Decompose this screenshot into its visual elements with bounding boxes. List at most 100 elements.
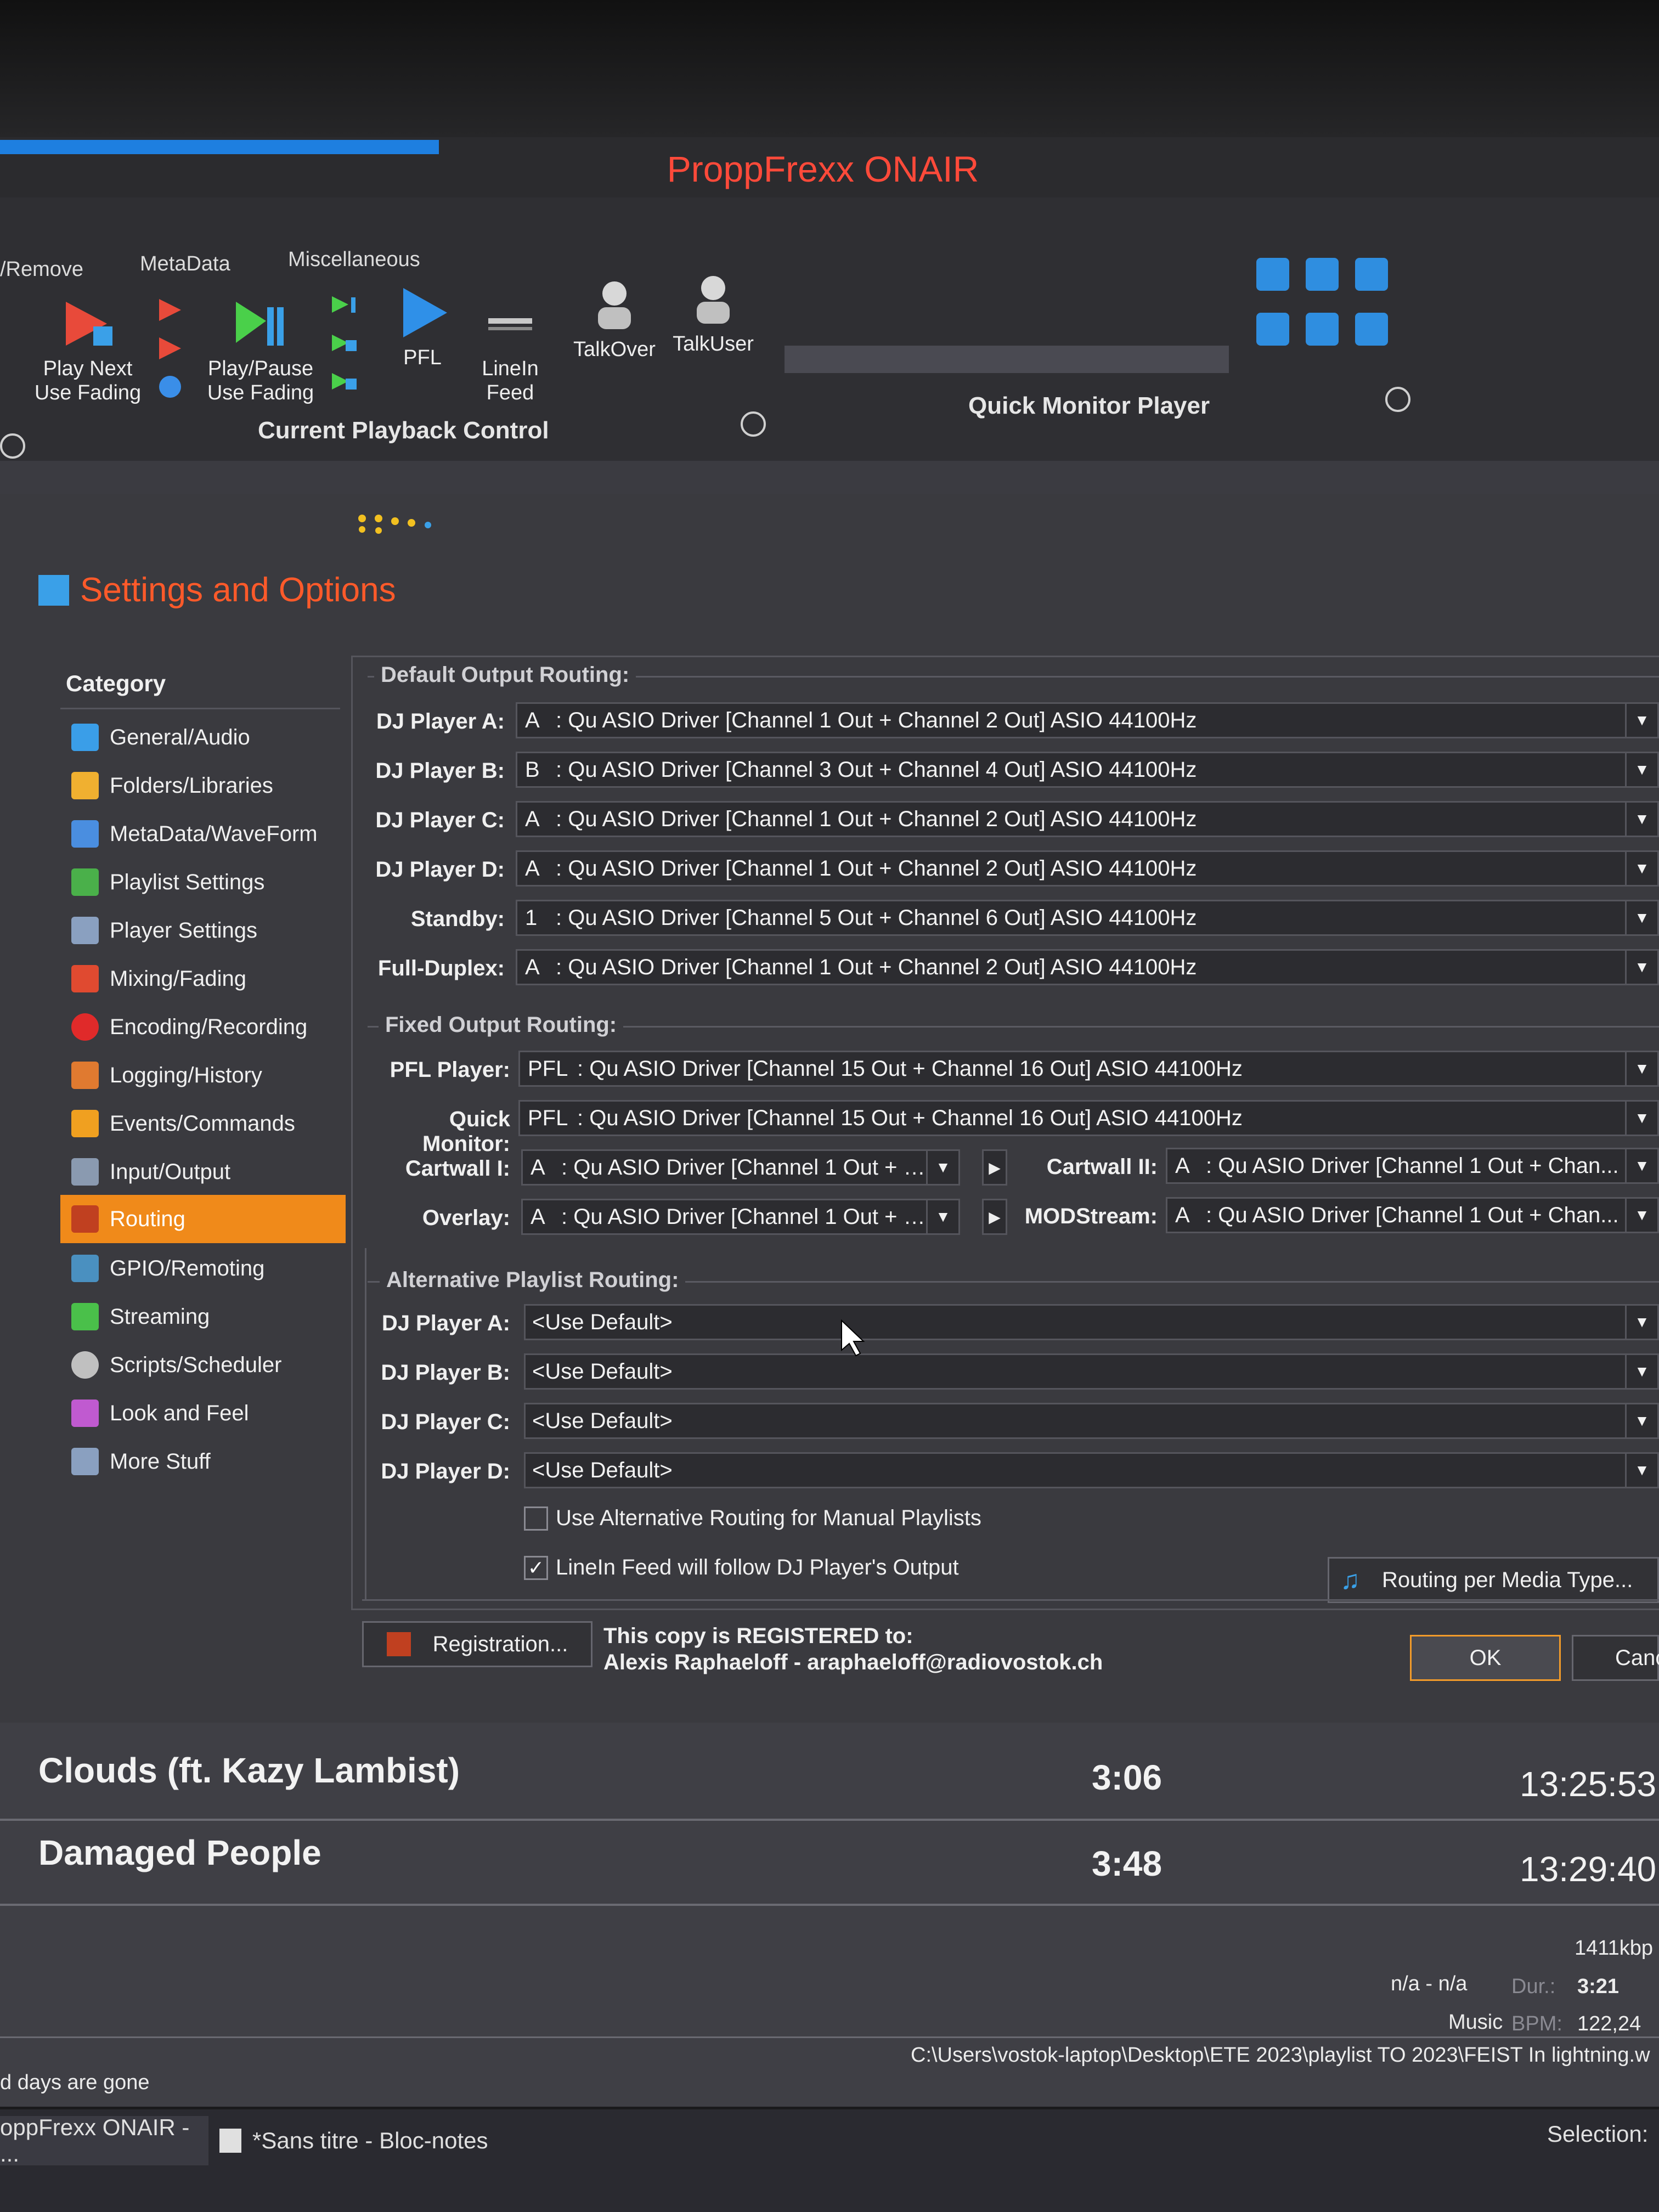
player-icon (71, 917, 99, 944)
qm-stop-icon[interactable] (1355, 258, 1388, 291)
chevron-down-icon: ▼ (926, 1151, 958, 1184)
metadata-icon (71, 820, 99, 848)
standby-label: Standby: (410, 907, 505, 931)
overlay-output-select[interactable]: A: Qu ASIO Driver [Channel 1 Out + Chan.… (521, 1199, 960, 1235)
category-encoding-recording[interactable]: Encoding/Recording (60, 1003, 346, 1051)
input-output-icon (71, 1158, 99, 1186)
cancel-button[interactable]: Canc (1572, 1635, 1659, 1681)
music-note-icon (71, 724, 99, 751)
dur-label: Dur.: (1511, 1975, 1556, 1998)
quick-monitor-output-select[interactable]: PFL: Qu ASIO Driver [Channel 15 Out + Ch… (518, 1100, 1659, 1136)
category-label: Routing (110, 1206, 185, 1231)
overlay-play-icon[interactable]: ▶ (982, 1199, 1007, 1235)
alt-playlist-title: Alternative Playlist Routing: (380, 1268, 686, 1293)
linein-follow-output-checkbox[interactable]: ✓ LineIn Feed will follow DJ Player's Out… (524, 1555, 959, 1580)
cartwall-1-play-icon[interactable]: ▶ (982, 1149, 1007, 1186)
registration-icon (386, 1632, 411, 1656)
pfl-player-output-select[interactable]: PFL: Qu ASIO Driver [Channel 15 Out + Ch… (518, 1051, 1659, 1087)
category-player-settings[interactable]: Player Settings (60, 906, 346, 955)
playlist-row[interactable]: Clouds (ft. Kazy Lambist) 3:06 13:25:53 (0, 1736, 1659, 1821)
qm-rewind-icon[interactable] (1256, 313, 1289, 346)
alt-dj-player-a-select[interactable]: <Use Default> ▼ (524, 1304, 1659, 1340)
linein-label: LineIn Feed (482, 357, 539, 404)
category-gpio-remoting[interactable]: GPIO/Remoting (60, 1244, 346, 1293)
alt-dj-player-d-select[interactable]: <Use Default> ▼ (524, 1452, 1659, 1488)
talkover-button[interactable]: TalkOver (565, 277, 664, 362)
taskbar-proppfrexx[interactable]: oppFrexx ONAIR - ... (0, 2114, 208, 2166)
dj-player-c-output-select[interactable]: A: Qu ASIO Driver [Channel 1 Out + Chann… (516, 801, 1659, 837)
dj-player-d-output-select[interactable]: A: Qu ASIO Driver [Channel 1 Out + Chann… (516, 850, 1659, 887)
qm-forward-icon[interactable] (1306, 313, 1339, 346)
qm-eject-icon[interactable] (1355, 313, 1388, 346)
play-next-button[interactable]: Play Next Use Fading (33, 296, 143, 405)
category-general-audio[interactable]: General/Audio (60, 713, 346, 761)
play-pause-button[interactable]: Play/Pause Use Fading (203, 296, 318, 405)
fixed-output-title: Fixed Output Routing: (379, 1013, 624, 1037)
chevron-down-icon: ▼ (1625, 803, 1657, 836)
alt-dj-player-b-label: DJ Player B: (381, 1361, 510, 1385)
category-mixing-fading[interactable]: Mixing/Fading (60, 955, 346, 1003)
quick-monitor-position-bar[interactable] (785, 346, 1229, 373)
small-green-buttons[interactable] (329, 291, 362, 406)
linein-feed-button[interactable]: LineIn Feed (472, 296, 549, 405)
modstream-output-select[interactable]: A: Qu ASIO Driver [Channel 1 Out + Chan.… (1166, 1197, 1659, 1233)
checkmark-icon: ✓ (524, 1555, 548, 1580)
category-look-and-feel[interactable]: Look and Feel (60, 1389, 346, 1437)
category-scripts-scheduler[interactable]: Scripts/Scheduler (60, 1341, 346, 1389)
use-alt-routing-manual-checkbox[interactable]: Use Alternative Routing for Manual Playl… (524, 1506, 981, 1531)
pfl-button[interactable]: PFL (390, 285, 455, 370)
ok-button[interactable]: OK (1410, 1635, 1561, 1681)
monitor-bezel (0, 0, 1659, 137)
category-metadata-waveform[interactable]: MetaData/WaveForm (60, 810, 346, 858)
music-type-text: Music (1448, 2011, 1503, 2034)
qm-pause-icon[interactable] (1306, 258, 1339, 291)
talkover-person-icon (598, 281, 631, 329)
section-playback-label: Current Playback Control (258, 417, 549, 444)
category-folders-libraries[interactable]: Folders/Libraries (60, 761, 346, 810)
quick-monitor-label: Quick Monitor: (422, 1107, 510, 1156)
qm-play-icon[interactable] (1256, 258, 1289, 291)
alt-dj-player-b-select[interactable]: <Use Default> ▼ (524, 1353, 1659, 1390)
talkuser-button[interactable]: TalkUser (667, 272, 760, 356)
play-next-label: Play Next Use Fading (34, 357, 142, 404)
routing-per-media-type-button[interactable]: ♫ Routing per Media Type... (1328, 1557, 1659, 1603)
cartwall-1-output-select[interactable]: A: Qu ASIO Driver [Channel 1 Out + Chan.… (521, 1149, 960, 1186)
chevron-down-icon: ▼ (1625, 901, 1657, 934)
category-label: Events/Commands (110, 1111, 295, 1136)
chevron-down-icon: ▼ (1625, 1199, 1657, 1232)
quick-monitor-transport[interactable] (1256, 258, 1399, 346)
small-green-icons (332, 296, 357, 390)
linein-icon (488, 318, 532, 330)
full-duplex-output-select[interactable]: A: Qu ASIO Driver [Channel 1 Out + Chann… (516, 949, 1659, 985)
collapse-left-icon[interactable] (0, 433, 25, 459)
music-note-icon: ♫ (1340, 1565, 1360, 1595)
standby-output-select[interactable]: 1: Qu ASIO Driver [Channel 5 Out + Chann… (516, 900, 1659, 936)
category-more-stuff[interactable]: More Stuff (60, 1437, 346, 1486)
clock-icon (71, 1351, 99, 1379)
registration-button[interactable]: Registration... (362, 1621, 592, 1667)
checkbox-box (524, 1506, 548, 1531)
dj-player-c-label: DJ Player C: (375, 808, 505, 832)
category-routing[interactable]: Routing (60, 1195, 346, 1243)
dj-player-a-output-select[interactable]: A: Qu ASIO Driver [Channel 1 Out + Chann… (516, 702, 1659, 738)
alt-dj-player-c-select[interactable]: <Use Default> ▼ (524, 1403, 1659, 1439)
category-input-output[interactable]: Input/Output (60, 1148, 346, 1196)
playback-expand-icon[interactable] (741, 411, 766, 437)
playlist-row[interactable]: Damaged People 3:48 13:29:40 (0, 1821, 1659, 1906)
more-stuff-icon (71, 1448, 99, 1475)
monitor-expand-icon[interactable] (1385, 387, 1410, 412)
pfl-player-label: PFL Player: (390, 1058, 510, 1082)
alt-dj-player-c-label: DJ Player C: (381, 1410, 510, 1434)
content-bottom-divider (362, 1599, 1659, 1601)
category-playlist-settings[interactable]: Playlist Settings (60, 858, 346, 906)
dj-player-b-output-select[interactable]: B: Qu ASIO Driver [Channel 3 Out + Chann… (516, 752, 1659, 788)
chevron-down-icon: ▼ (1625, 1102, 1657, 1135)
category-logging-history[interactable]: Logging/History (60, 1051, 346, 1099)
category-label: Streaming (110, 1304, 210, 1329)
category-streaming[interactable]: Streaming (60, 1293, 346, 1341)
cartwall-2-output-select[interactable]: A: Qu ASIO Driver [Channel 1 Out + Chan.… (1166, 1148, 1659, 1184)
chevron-down-icon: ▼ (1625, 951, 1657, 984)
small-play-buttons[interactable] (154, 294, 187, 403)
category-events-commands[interactable]: Events/Commands (60, 1099, 346, 1148)
taskbar-notepad[interactable]: *Sans titre - Bloc-notes (219, 2116, 505, 2165)
